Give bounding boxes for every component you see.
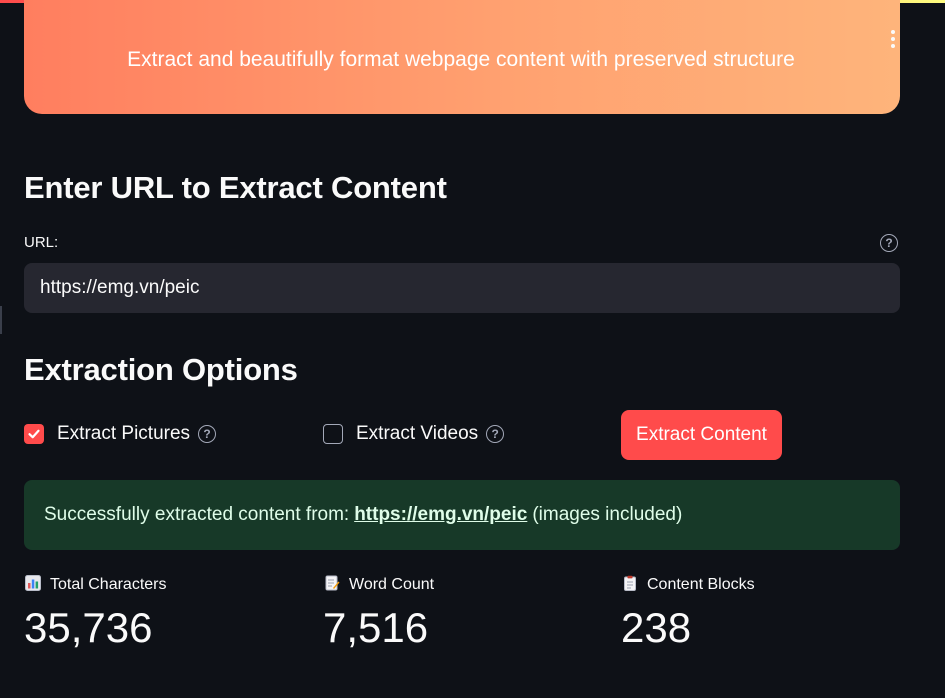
kebab-dot	[891, 44, 895, 48]
metric-value: 7,516	[323, 604, 429, 651]
metric-value: 35,736	[24, 604, 153, 651]
header-banner: Extract and beautifully format webpage c…	[24, 0, 900, 114]
metric-total-characters: Total Characters 35,736	[24, 575, 167, 652]
extract-videos-option[interactable]: Extract Videos ?	[323, 423, 505, 445]
metric-label-row: Content Blocks	[621, 575, 755, 595]
metric-label: Word Count	[349, 576, 435, 593]
sidebar-collapse-handle[interactable]	[0, 306, 2, 334]
success-prefix: Successfully extracted content from:	[44, 504, 350, 525]
kebab-menu-icon	[891, 30, 895, 34]
header-subtitle: Extract and beautifully format webpage c…	[127, 47, 795, 71]
checkmark-icon	[28, 429, 40, 439]
kebab-dot	[891, 37, 895, 41]
extract-pictures-option[interactable]: Extract Pictures ?	[24, 423, 217, 445]
url-help-icon[interactable]: ?	[880, 234, 898, 252]
options-heading: Extraction Options	[24, 352, 298, 387]
extract-pictures-label[interactable]: Extract Pictures	[57, 423, 190, 445]
bar-chart-icon	[24, 575, 42, 595]
extract-videos-checkbox[interactable]	[323, 424, 343, 444]
metric-label: Total Characters	[50, 576, 167, 593]
extract-pictures-help-icon[interactable]: ?	[198, 425, 217, 443]
clipboard-icon	[621, 575, 639, 595]
extract-videos-help-icon[interactable]: ?	[486, 425, 505, 443]
metric-content-blocks: Content Blocks 238	[621, 575, 755, 652]
extract-content-button[interactable]: Extract Content	[621, 410, 782, 460]
metric-word-count: Word Count 7,516	[323, 575, 434, 652]
success-alert: Successfully extracted content from: htt…	[24, 480, 900, 550]
url-input[interactable]	[24, 263, 900, 313]
success-suffix: (images included)	[532, 504, 683, 525]
memo-icon	[323, 575, 341, 595]
url-label: URL:	[24, 234, 59, 251]
extracted-url-link[interactable]: https://emg.vn/peic	[354, 504, 527, 526]
extract-pictures-checkbox[interactable]	[24, 424, 44, 444]
metric-label: Content Blocks	[647, 576, 755, 593]
metric-value: 238	[621, 604, 692, 651]
metric-label-row: Word Count	[323, 575, 434, 595]
metric-label-row: Total Characters	[24, 575, 167, 595]
main-menu-button[interactable]	[884, 28, 902, 50]
url-section-heading: Enter URL to Extract Content	[24, 170, 447, 205]
extract-videos-label[interactable]: Extract Videos	[356, 423, 478, 445]
